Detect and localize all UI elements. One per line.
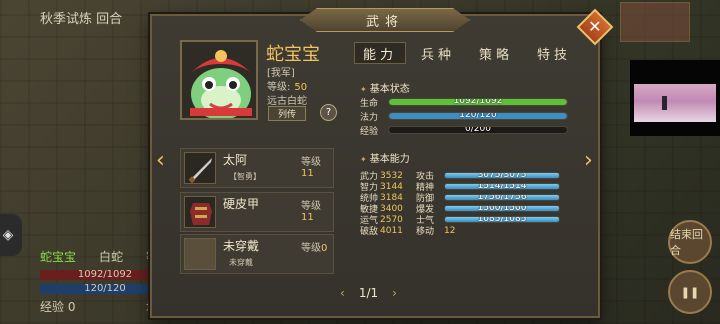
status-label: 法力 [360,112,379,123]
general-origin: 远古白蛇 [267,96,307,107]
ability-row: 武力 3532 攻击 3075/3075 [360,170,560,182]
mp-value: 120/120 [459,112,497,120]
equipment-level-label: 等级 [301,201,321,212]
equipment-slot-armor[interactable]: 硬皮甲 等级11 [180,192,334,232]
dagger-icon [184,152,216,184]
empty-slot-icon [184,238,216,270]
combat-stat-value: 3075/3075 [477,172,527,179]
close-icon: ✕ [588,17,602,36]
basic-ability-header: 基本能力 [360,150,410,165]
equipment-level-value: 0 [321,243,328,254]
status-label: 经验 [360,126,379,137]
tab-skills[interactable]: 特技 [528,42,580,64]
end-turn-label: 结束回合 [670,228,703,257]
dialog-title-bar: 武将 [300,8,470,32]
combat-stat-value: 1500/1500 [477,205,527,212]
ability-label: 破敌 [360,227,379,237]
equipment-level-value: 11 [301,168,314,179]
ability-value: 3400 [380,203,403,214]
ability-value: 3184 [380,192,403,203]
status-label: 生命 [360,98,379,109]
equipment-slot-weapon[interactable]: 太阿 等级11 【智勇】 [180,148,334,188]
equipment-tag: 【智勇】 [229,172,261,181]
combat-stat-bar: 3075/3075 [444,172,560,179]
exp-value: 0/200 [465,126,491,134]
ability-row: 智力 3144 精神 1514/1514 [360,181,560,193]
general-faction: [我军] [267,68,295,79]
battle-title: 秋季试炼 回合 [40,12,123,27]
general-name: 蛇宝宝 [266,44,320,65]
status-row-hp: 生命 1092/1092 [360,96,572,109]
pause-button[interactable]: ❚❚ [668,270,712,314]
page-indicator: 1/1 [358,286,379,300]
status-row-mp: 法力 120/120 [360,110,572,123]
bg-exp-label: 经验 0 [40,300,76,314]
hp-value: 1092/1092 [453,98,503,106]
hp-bar: 1092/1092 [388,98,568,106]
equipment-level-label: 等级 [301,157,321,168]
ability-row: 破敌 4011 移动 12 [360,225,456,238]
video-frame [634,84,716,122]
video-figure [662,96,667,110]
tab-troops[interactable]: 兵种 [412,42,464,64]
ability-row: 敏捷 3400 爆发 1500/1500 [360,203,560,215]
combat-stat-bar: 1500/1500 [444,205,560,212]
general-level: 等级: 50 [267,78,307,93]
biography-button[interactable]: 列传 [268,106,306,121]
ability-row: 运气 2570 士气 1085/1085 [360,214,560,226]
prev-general-arrow[interactable]: ‹ [156,148,165,173]
combat-stat-label: 移动 [416,227,435,237]
tab-bar: 能力 兵种 策略 特技 [354,42,580,64]
floating-assist-icon[interactable]: ◈ [0,214,22,256]
tab-strategy[interactable]: 策略 [470,42,522,64]
exp-bar: 0/200 [388,126,568,134]
equipment-level: 等级11 [301,153,333,179]
move-value: 12 [444,225,456,236]
armor-icon [184,196,216,228]
bg-unit-type: 白蛇 [98,250,123,264]
tab-ability[interactable]: 能力 [354,42,406,64]
dialog-title: 武将 [365,14,404,30]
equipment-name: 太阿 [223,153,248,167]
combat-stat-bar: 1756/1756 [444,194,560,201]
equipment-name: 未穿戴 [223,239,260,253]
snake-mascot-icon [182,42,256,118]
equipment-level: 等级11 [301,197,333,223]
map-building-tile [620,2,690,42]
equipment-name: 硬皮甲 [223,197,260,211]
combat-stat-bar: 1514/1514 [444,183,560,190]
end-turn-button[interactable]: 结束回合 [668,220,712,264]
ability-value: 4011 [380,225,403,236]
page-next-button[interactable]: › [392,286,397,300]
next-general-arrow[interactable]: › [584,148,593,173]
combat-stat-value: 1756/1756 [477,194,527,201]
ability-value: 3144 [380,181,403,192]
ability-value: 3532 [380,170,403,181]
combat-stat-bar: 1085/1085 [444,216,560,223]
ability-value: 2570 [380,214,403,225]
ability-row: 统帅 3184 防御 1756/1756 [360,192,560,204]
status-row-exp: 经验 0/200 [360,124,572,137]
basic-status-header: 基本状态 [360,80,410,95]
combat-stat-value: 1085/1085 [477,216,527,223]
equipment-tag: 未穿戴 [229,258,253,267]
mp-bar: 120/120 [388,112,568,120]
help-button[interactable]: ? [320,104,337,121]
pager: ‹ 1/1 › [340,286,397,300]
equipment-slot-accessory[interactable]: 未穿戴 等级0 未穿戴 [180,234,334,274]
equipment-level-value: 11 [301,212,314,223]
video-thumbnail[interactable] [630,60,720,136]
equipment-level-label: 等级 [301,243,321,254]
equipment-level: 等级0 [301,239,327,254]
combat-stat-value: 1514/1514 [477,183,527,190]
right-hud: 结束回合 ❚❚ [664,214,720,324]
bg-unit-name: 蛇宝宝 [40,250,77,264]
pause-icon: ❚❚ [680,285,700,299]
general-portrait [180,40,258,120]
page-prev-button[interactable]: ‹ [340,286,345,300]
